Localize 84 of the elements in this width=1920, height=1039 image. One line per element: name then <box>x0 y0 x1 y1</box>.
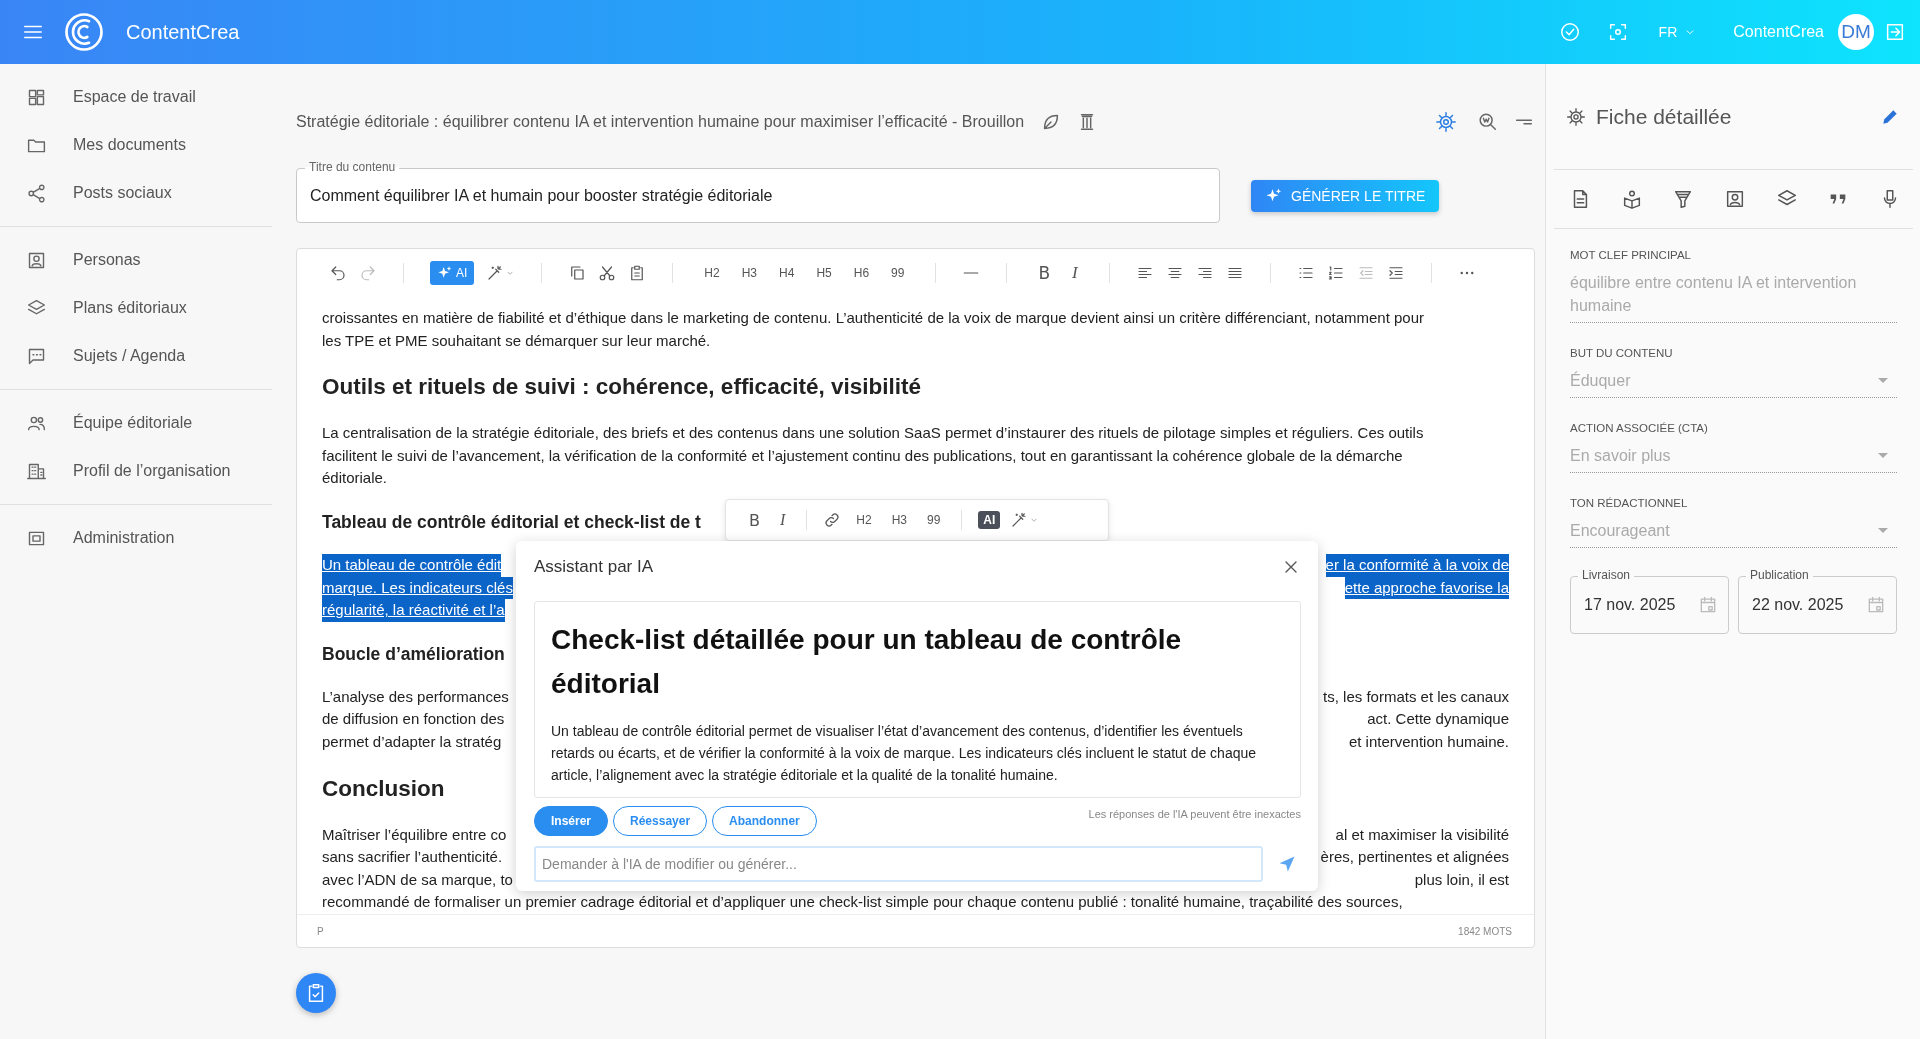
format-button[interactable]: H3 <box>886 513 912 527</box>
settings-icon <box>1566 106 1586 127</box>
sidebar-item[interactable]: Personas <box>0 236 272 284</box>
heading: Boucle d’amélioration <box>322 642 505 666</box>
indent-icon[interactable] <box>1386 264 1405 282</box>
text-line: La centralisation de la stratégie éditoriale, des briefs et des contenus dans une solution SaaS permet d’instaurer des rituels de pilotage simples et réguliers. Ces outils <box>322 423 1424 444</box>
text-line: ts, les formats et les canaux <box>1323 686 1509 707</box>
disclaimer: Les réponses de l'IA peuvent être inexactes <box>1088 808 1301 820</box>
calendar-icon <box>1698 595 1718 615</box>
account-name: ContentCrea <box>1733 23 1824 41</box>
calendar-icon <box>1866 595 1886 615</box>
response-text: Un tableau de contrôle éditorial permet de visualiser l’état d’avancement des contenus, d’identifier les éventuels retards ou écarts, et de vérifier la conformité à la voix de marque. Les indicateurs clés incluent le statut de chaque article, l’alignement avec la stratégie éditoriale et la qualité de la tonalité humaine. <box>551 722 1258 785</box>
italic-button[interactable]: I <box>775 511 791 529</box>
sidebar-item[interactable]: Espace de travail <box>0 73 272 121</box>
circular-logo-icon <box>64 12 104 52</box>
text-line: recommandé de formaliser un premier cadrage éditorial et d’appliquer une check-list simple pour chaque contenu publié : tonalité humaine, traçabilité des sources, <box>322 892 1403 913</box>
word-count: 1842 MOTS <box>1458 925 1512 937</box>
numbered-list-icon[interactable] <box>1326 264 1345 282</box>
link-icon[interactable] <box>823 511 842 529</box>
text-line: croissantes en matière de fiabilité et d’éthique dans le marketing de contenu. L’authenticité de la voix de marque devient ainsi un critère différenciant, notamment pour <box>322 308 1425 328</box>
text-line: avec l’ADN de sa marque, to <box>322 869 513 890</box>
field-label: BUT DU CONTENU <box>1570 347 1674 359</box>
text-line: Maîtriser l’équilibre entre co <box>322 824 507 845</box>
text-line: L’analyse des performances <box>322 686 509 707</box>
settings-icon[interactable] <box>1435 111 1457 133</box>
format-button[interactable]: H2 <box>699 266 725 280</box>
field-label: Publication <box>1746 568 1813 582</box>
text-line: al et maximiser la visibilité <box>1335 824 1509 845</box>
prompt-field[interactable]: Demander à l'IA de modifier ou générer... <box>534 846 1263 882</box>
text-line: sans sacrifier l’authenticité. <box>322 847 503 868</box>
magic-wand-dropdown[interactable] <box>1010 511 1040 529</box>
format-button[interactable]: H4 <box>774 266 800 280</box>
field-label: ACTION ASSOCIÉE (CTA) <box>1570 422 1709 434</box>
format-button[interactable]: H2 <box>851 513 877 527</box>
share-icon <box>26 182 47 204</box>
node-type: P <box>317 925 324 937</box>
dialog-title: Assistant par IA <box>534 557 654 577</box>
avatar[interactable]: DM <box>1838 14 1874 50</box>
dropdown-arrow-icon <box>1878 378 1888 383</box>
dropdown-arrow-icon <box>1878 528 1888 533</box>
sidebar-item[interactable]: Équipe éditoriale <box>0 399 272 447</box>
sidebar-item[interactable]: Posts sociaux <box>0 169 272 217</box>
text-line: éditoriale. <box>322 468 388 489</box>
wand-icon <box>1010 511 1029 529</box>
bold-button[interactable]: B <box>1033 263 1056 283</box>
field-label: TON RÉDACTIONNEL <box>1570 497 1689 509</box>
checklist-button[interactable] <box>296 973 336 1013</box>
format-button[interactable]: 99 <box>922 513 946 527</box>
format-button[interactable]: H6 <box>848 266 875 280</box>
field-label: MOT CLEF PRINCIPAL <box>1570 249 1692 261</box>
heading: Outils et rituels de suivi : cohérence, efficacité, visibilité <box>322 373 921 402</box>
text-line: permet d’adapter la stratég <box>322 731 502 752</box>
sidebar-item[interactable]: Sujets / Agenda <box>0 332 272 380</box>
format-button[interactable]: H5 <box>811 266 837 280</box>
document-title: Stratégie éditoriale : équilibrer contenu IA et intervention humaine pour maximiser l’efficacité - Brouillon <box>296 113 1025 131</box>
response-heading: Check-list détaillée pour un tableau de contrôle éditorial <box>551 623 1183 701</box>
field-label: Livraison <box>1578 568 1635 582</box>
text-line: act. Cette dynamique <box>1367 709 1509 730</box>
heading: Tableau de contrôle éditorial et check-list de t <box>322 510 701 534</box>
undo-icon[interactable] <box>329 264 347 282</box>
wand-icon <box>486 264 505 282</box>
panel-title: Fiche détaillée <box>1596 104 1732 129</box>
format-button[interactable]: H3 <box>736 266 763 280</box>
sidebar-item[interactable]: Profil de l’organisation <box>0 447 272 495</box>
heading: Conclusion <box>322 774 445 803</box>
italic-button[interactable]: I <box>1067 263 1083 283</box>
app-name: ContentCrea <box>126 20 240 44</box>
sidebar-item[interactable]: Administration <box>0 514 272 562</box>
format-button[interactable]: 99 <box>886 266 910 280</box>
ai-button[interactable]: AI <box>978 511 1001 529</box>
text-line: facilitent le suivi de l’avancement, la vérification de la conformité et l’ajustement continu des publications, tout en garantissant la cohérence globale de la démarche <box>322 445 1403 466</box>
scissors-icon[interactable] <box>598 264 617 282</box>
text-line: et intervention humaine. <box>1348 731 1509 752</box>
text-line: plus loin, il est <box>1414 869 1509 890</box>
text-line: les TPE et PME souhaitant se démarquer sur leur marché. <box>322 330 711 351</box>
copy-icon[interactable] <box>568 264 587 282</box>
text-line: de diffusion en fonction des <box>322 709 505 730</box>
sidebar-item[interactable]: Mes documents <box>0 121 272 169</box>
magic-wand-dropdown[interactable] <box>486 264 516 282</box>
sidebar-item[interactable]: Plans éditoriaux <box>0 284 272 332</box>
search-icon[interactable] <box>1477 111 1499 133</box>
dropdown-arrow-icon <box>1878 453 1888 458</box>
text-line: ères, pertinentes et alignées <box>1320 847 1509 868</box>
bold-button[interactable]: B <box>744 510 765 530</box>
